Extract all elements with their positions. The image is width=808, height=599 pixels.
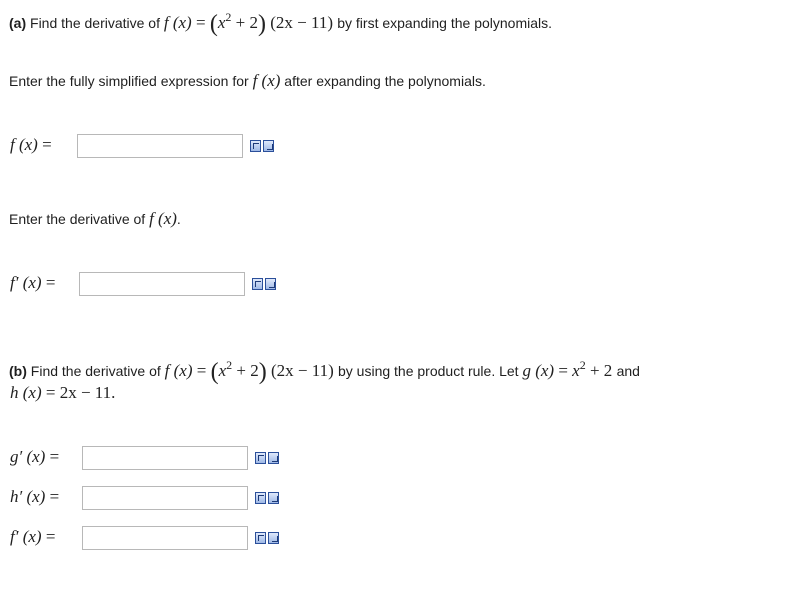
equation-editor-icon[interactable] (250, 140, 261, 152)
preview-icon[interactable] (268, 532, 279, 544)
preview-icon[interactable] (265, 278, 276, 290)
label-f-prime-a: f′ (x) = (10, 273, 56, 292)
f-prime-input-a[interactable] (79, 272, 245, 296)
preview-icon[interactable] (263, 140, 274, 152)
part-a-text-after: by first expanding the polynomials. (337, 15, 553, 31)
label-h-prime: h′ (x) = (10, 487, 60, 506)
equation-editor-icon[interactable] (252, 278, 263, 290)
preview-icon[interactable] (268, 492, 279, 504)
f-prime-input-b[interactable] (82, 526, 248, 550)
h-prime-tools (255, 492, 279, 504)
f-of-x-input[interactable] (77, 134, 243, 158)
label-g-prime: g′ (x) = (10, 447, 60, 466)
part-a-question: (a) Find the derivative of f (x) = (x2 +… (9, 7, 553, 37)
f-of-x-tools (250, 140, 274, 152)
g-prime-tools (255, 452, 279, 464)
part-b-question: (b) Find the derivative of f (x) = (x2 +… (9, 358, 640, 385)
label-f-prime-b: f′ (x) = (10, 527, 56, 546)
preview-icon[interactable] (268, 452, 279, 464)
part-a-expression: f (x) = (x2 + 2) (2x − 11) (163, 10, 333, 37)
equation-editor-icon[interactable] (255, 452, 266, 464)
f-prime-a-tools (252, 278, 276, 290)
equation-editor-icon[interactable] (255, 492, 266, 504)
instruction-expand: Enter the fully simplified expression fo… (9, 71, 486, 90)
label-f-of-x: f (x) = (10, 135, 52, 154)
h-prime-input[interactable] (82, 486, 248, 510)
part-a-label: (a) (9, 15, 27, 31)
equation-editor-icon[interactable] (255, 532, 266, 544)
part-b-label: (b) (9, 363, 27, 379)
part-a-text-before: Find the derivative of (30, 15, 160, 31)
instruction-derivative: Enter the derivative of f (x). (9, 209, 181, 228)
part-b-expression: f (x) = (x2 + 2) (2x − 11) (164, 358, 334, 385)
h-definition: h (x) = 2x − 11. (10, 383, 116, 402)
f-prime-b-tools (255, 532, 279, 544)
g-definition: g (x) = x2 + 2 (522, 358, 613, 380)
g-prime-input[interactable] (82, 446, 248, 470)
